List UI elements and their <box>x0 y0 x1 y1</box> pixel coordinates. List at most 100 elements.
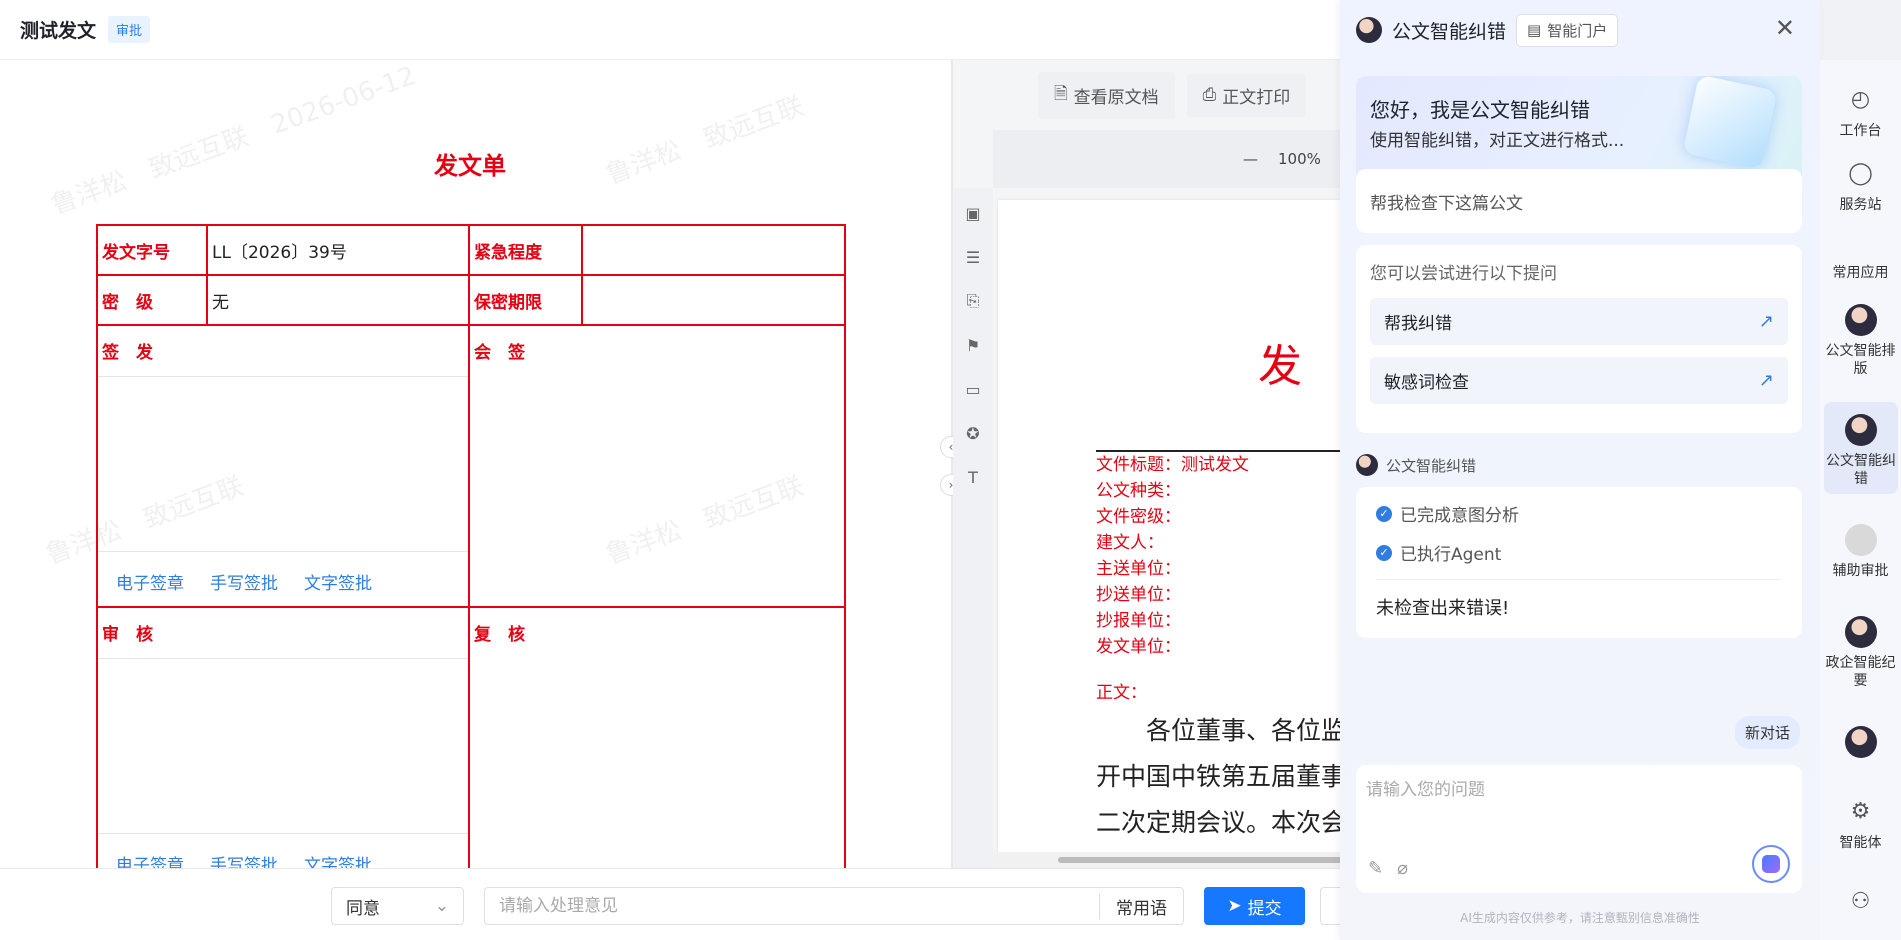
workbench-icon: ◴ <box>1850 87 1871 112</box>
greeting: 您好，我是公文智能纠错 <box>1370 98 1590 122</box>
document-viewer: 🗎 查看原文档 ⎙ 正文打印 — 100% + ▣ ☰ ⎘ ⚑ ▭ ✪ T 发 <box>953 60 1340 868</box>
doc-body: 各位董事、各位监 开中国中铁第五届董事 二次定期会议。本次会 <box>1096 716 1340 837</box>
handwriting-sign-link[interactable]: 手写签批 <box>210 569 278 594</box>
avatar <box>1844 304 1877 336</box>
comment-icon[interactable]: ▭ <box>962 378 984 400</box>
issue-caption: 签 发 <box>102 343 153 363</box>
arrow-up-right-icon: ↗ <box>1758 370 1774 391</box>
agent-icon: ⚙ <box>1850 799 1871 824</box>
form-pane: 鲁洋松 致远互联 2026-06-12 鲁洋松 致远互联 鲁洋松 致远互联 鲁洋… <box>0 60 951 868</box>
attachment-icon[interactable]: ⌀ <box>1397 858 1408 879</box>
dispatch-form-table: 发文字号 LL〔2026〕39号 紧急程度 密 级 无 保密期限 签 发 电子签… <box>96 224 846 868</box>
rail-user[interactable]: ⚇ <box>1820 886 1901 924</box>
doc-no-label: 发文字号 <box>96 224 208 276</box>
electronic-seal-link[interactable]: 电子签章 <box>116 851 184 868</box>
rail-app-assist[interactable]: 辅助审批 <box>1820 524 1901 580</box>
welcome-card: 您好，我是公文智能纠错 使用智能纠错，对正文进行格式... 帮我检查下这篇公文 <box>1356 76 1802 233</box>
suggestion-item[interactable]: 敏感词检查 ↗ <box>1370 357 1788 404</box>
urgency-label: 紧急程度 <box>468 224 583 276</box>
avatar <box>1844 616 1877 648</box>
view-original-button[interactable]: 🗎 查看原文档 <box>1038 71 1175 119</box>
send-icon <box>1762 855 1780 873</box>
smart-portal-button[interactable]: ▤ 智能门户 <box>1516 13 1619 47</box>
viewer-toolbar: 🗎 查看原文档 ⎙ 正文打印 <box>953 60 1340 130</box>
page-title: 测试发文 <box>20 20 97 42</box>
cube-illustration <box>1682 76 1778 170</box>
secret-level-label: 密 级 <box>96 274 208 326</box>
zoom-level-select[interactable]: 100% <box>1278 150 1321 168</box>
review-sign-box[interactable] <box>98 658 468 834</box>
check-icon: ✓ <box>1376 505 1392 522</box>
top-bar: 测试发文 审批 <box>0 0 1340 60</box>
document-page: 发 文件标题：测试发文 公文种类： 文件密级： 建文人： 主送单位： 抄送单位：… <box>998 200 1340 860</box>
avatar <box>1356 454 1378 476</box>
secret-period-value[interactable] <box>581 274 846 326</box>
suggestion-item[interactable]: 帮我纠错 ↗ <box>1370 298 1788 345</box>
ai-assistant-panel: 公文智能纠错 ▤ 智能门户 ✕ 您好，我是公文智能纠错 使用智能纠错，对正文进行… <box>1340 0 1820 940</box>
suggestions-title: 您可以尝试进行以下提问 <box>1370 264 1557 284</box>
attachment-icon[interactable]: ⎘ <box>962 290 984 312</box>
common-phrases-button[interactable]: 常用语 <box>1099 893 1183 919</box>
chat-input-box: ✎ ⌀ <box>1356 765 1802 893</box>
electronic-seal-link[interactable]: 电子签章 <box>116 569 184 594</box>
assistant-name: 公文智能纠错 <box>1392 20 1507 43</box>
submit-button[interactable]: ➤ 提交 <box>1204 887 1305 925</box>
bookmark-icon[interactable]: ⚑ <box>962 334 984 356</box>
decision-select[interactable]: 同意 ⌄ <box>331 887 464 925</box>
watermark: 鲁洋松 致远互联 2026-06-12 <box>47 60 420 221</box>
magic-wand-icon[interactable]: ✎ <box>1368 858 1383 879</box>
rail-workbench[interactable]: ◴ 工作台 <box>1820 84 1901 140</box>
printer-icon: ⎙ <box>1202 85 1217 105</box>
rail-app-layout[interactable]: 公文智能排版 <box>1820 304 1901 378</box>
viewer-side-toolbar: ▣ ☰ ⎘ ⚑ ▭ ✪ T <box>953 188 993 868</box>
quick-prompt[interactable]: 帮我检查下这篇公文 <box>1356 169 1802 233</box>
outline-icon[interactable]: ☰ <box>962 246 984 268</box>
issue-sign-section: 签 发 电子签章 手写签批 文字签批 <box>96 324 470 608</box>
question-input[interactable] <box>1366 775 1786 825</box>
doc-meta: 文件标题：测试发文 公文种类： 文件密级： 建文人： 主送单位： 抄送单位： 抄… <box>1096 455 1249 657</box>
stamp-icon[interactable]: ✪ <box>962 422 984 444</box>
status-badge: 审批 <box>108 16 151 43</box>
rail-service[interactable]: ◯ 服务站 <box>1820 158 1901 214</box>
send-button[interactable] <box>1752 845 1790 883</box>
agent-label: 公文智能纠错 <box>1356 454 1476 476</box>
avatar <box>1844 726 1877 758</box>
recheck-caption: 复 核 <box>474 625 525 645</box>
doc-no-value: LL〔2026〕39号 <box>206 224 470 276</box>
rail-app-more[interactable] <box>1820 726 1901 764</box>
countersign-section: 会 签 <box>468 324 846 608</box>
rail-app-minutes[interactable]: 政企智能纪要 <box>1820 616 1901 690</box>
horizontal-scrollbar[interactable] <box>993 852 1340 868</box>
text-sign-link[interactable]: 文字签批 <box>304 851 372 868</box>
issue-sign-box[interactable] <box>98 376 468 552</box>
right-rail: ◴ 工作台 ◯ 服务站 常用应用 公文智能排版 公文智能纠错 辅助审批 政企智能… <box>1820 60 1901 940</box>
scroll-thumb[interactable] <box>1058 857 1340 863</box>
divider <box>1376 579 1782 580</box>
ai-header: 公文智能纠错 ▤ 智能门户 <box>1340 0 1820 60</box>
urgency-value[interactable] <box>581 224 846 276</box>
suggestions-card: 您可以尝试进行以下提问 帮我纠错 ↗ 敏感词检查 ↗ <box>1356 245 1802 433</box>
rail-agent[interactable]: ⚙ 智能体 <box>1820 796 1901 852</box>
avatar <box>1356 17 1382 43</box>
form-title: 发文单 <box>434 152 506 180</box>
check-icon: ✓ <box>1376 544 1392 561</box>
handwriting-sign-link[interactable]: 手写签批 <box>210 851 278 868</box>
text-select-icon[interactable]: T <box>962 466 984 488</box>
intro-text: 使用智能纠错，对正文进行格式... <box>1370 131 1625 151</box>
arrow-up-right-icon: ↗ <box>1758 311 1774 332</box>
rail-app-correction[interactable]: 公文智能纠错 <box>1824 402 1898 494</box>
action-bar: 同意 ⌄ 常用语 ➤ 提交 <box>0 868 1350 940</box>
avatar <box>1845 414 1877 446</box>
text-sign-link[interactable]: 文字签批 <box>304 569 372 594</box>
chevron-down-icon: ⌄ <box>434 896 449 916</box>
zoom-out-button[interactable]: — <box>1243 150 1258 168</box>
new-chat-button[interactable]: 新对话 <box>1735 716 1801 749</box>
print-button[interactable]: ⎙ 正文打印 <box>1186 73 1307 117</box>
secret-period-label: 保密期限 <box>468 274 583 326</box>
thumbnail-icon[interactable]: ▣ <box>962 202 984 224</box>
close-icon[interactable]: ✕ <box>1775 14 1795 42</box>
avatar <box>1844 524 1877 556</box>
countersign-caption: 会 签 <box>474 343 525 363</box>
result-text: 未检查出来错误! <box>1376 598 1510 619</box>
opinion-input[interactable] <box>485 896 1099 916</box>
